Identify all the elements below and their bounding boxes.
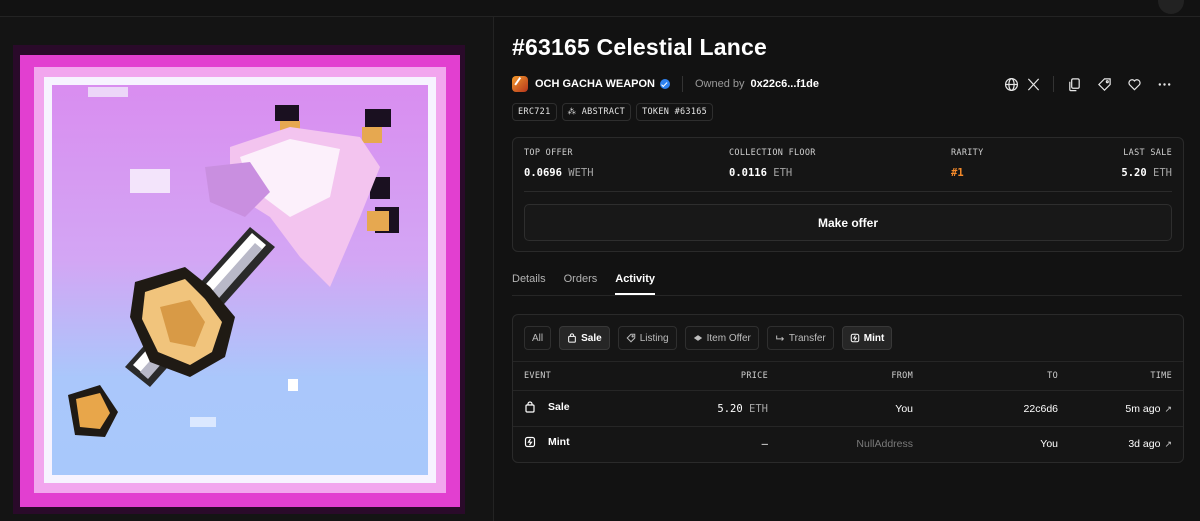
filter-sale-button[interactable]: Sale bbox=[559, 326, 610, 350]
owned-by-label: Owned by bbox=[694, 78, 745, 90]
col-to-header: TO bbox=[1047, 371, 1058, 381]
nft-title: #63165 Celestial Lance bbox=[512, 34, 768, 60]
divider bbox=[1053, 76, 1054, 92]
offer-icon bbox=[693, 335, 702, 341]
last-sale-stat: LAST SALE 5.20 ETH bbox=[1121, 148, 1172, 179]
col-price-header: PRICE bbox=[740, 371, 768, 381]
nft-artwork[interactable] bbox=[0, 17, 493, 521]
tab-bar: Details Orders Activity bbox=[512, 273, 673, 295]
tag-chain: ⁂ ABSTRACT bbox=[561, 103, 632, 121]
filter-transfer-button[interactable]: Transfer bbox=[766, 326, 834, 350]
filter-label: All bbox=[532, 332, 544, 344]
table-row-price: 5.20 ETH bbox=[717, 403, 768, 415]
event-label: Mint bbox=[548, 436, 570, 448]
stat-label: COLLECTION FLOOR bbox=[729, 148, 816, 158]
divider bbox=[512, 295, 1182, 296]
filter-label: Mint bbox=[863, 332, 885, 344]
filter-label: Sale bbox=[581, 332, 602, 344]
collection-name-link[interactable]: OCH GACHA WEAPON bbox=[535, 78, 655, 90]
collection-logo-icon[interactable] bbox=[512, 76, 528, 92]
action-toolbar bbox=[1000, 73, 1175, 95]
tag-icon bbox=[626, 333, 635, 343]
event-filters: All Sale Listing Item Offer Transfer Min… bbox=[524, 326, 893, 350]
owner-address-link[interactable]: 0x22c6...f1de bbox=[751, 78, 820, 90]
stat-label: RARITY bbox=[951, 148, 984, 158]
event-label: Sale bbox=[548, 401, 570, 413]
col-event-header: EVENT bbox=[524, 371, 552, 381]
mint-icon bbox=[524, 436, 536, 448]
filter-listing-button[interactable]: Listing bbox=[617, 326, 677, 350]
table-row-price: – bbox=[761, 438, 768, 450]
bag-icon bbox=[568, 333, 576, 343]
filter-label: Item Offer bbox=[706, 332, 751, 344]
profile-button[interactable] bbox=[1158, 0, 1184, 14]
celestial-lance-image bbox=[13, 45, 465, 514]
copy-icon[interactable] bbox=[1063, 73, 1085, 95]
table-row-time-link[interactable]: 3d ago ↗ bbox=[1128, 438, 1172, 450]
collection-floor-stat: COLLECTION FLOOR 0.0116 ETH bbox=[729, 148, 816, 179]
filter-item-offer-button[interactable]: Item Offer bbox=[684, 326, 759, 350]
tag-icon[interactable] bbox=[1093, 73, 1115, 95]
filter-mint-button[interactable]: Mint bbox=[841, 326, 893, 350]
divider bbox=[513, 426, 1183, 427]
table-row-to[interactable]: You bbox=[1040, 438, 1058, 450]
stat-value: 0.0696 WETH bbox=[524, 167, 594, 179]
mint-icon bbox=[850, 333, 860, 343]
bag-icon bbox=[525, 401, 535, 413]
filter-all-button[interactable]: All bbox=[524, 326, 552, 350]
external-link-icon: ↗ bbox=[1164, 439, 1172, 449]
table-row-from[interactable]: You bbox=[895, 403, 913, 415]
x-icon[interactable] bbox=[1022, 73, 1044, 95]
tab-activity[interactable]: Activity bbox=[615, 273, 655, 295]
col-time-header: TIME bbox=[1150, 371, 1172, 381]
tag-token-id: TOKEN #63165 bbox=[636, 103, 714, 121]
price-stats-card: TOP OFFER 0.0696 WETH COLLECTION FLOOR 0… bbox=[512, 137, 1184, 252]
divider bbox=[513, 390, 1183, 391]
token-tags: ERC721 ⁂ ABSTRACT TOKEN #63165 bbox=[512, 103, 714, 121]
activity-panel: All Sale Listing Item Offer Transfer Min… bbox=[512, 314, 1184, 463]
stat-label: LAST SALE bbox=[1123, 148, 1172, 158]
filter-label: Listing bbox=[639, 332, 669, 344]
table-row-event: Sale bbox=[524, 401, 570, 413]
tag-standard: ERC721 bbox=[512, 103, 557, 121]
verified-badge-icon bbox=[659, 79, 670, 89]
table-row-to[interactable]: 22c6d6 bbox=[1024, 403, 1058, 415]
globe-icon[interactable] bbox=[1000, 73, 1022, 95]
stat-value: 5.20 ETH bbox=[1121, 167, 1172, 179]
filter-label: Transfer bbox=[788, 332, 826, 344]
external-link-icon: ↗ bbox=[1164, 404, 1172, 414]
table-row-time-link[interactable]: 5m ago ↗ bbox=[1125, 403, 1172, 415]
stat-label: TOP OFFER bbox=[524, 148, 573, 158]
transfer-icon bbox=[776, 335, 784, 341]
rarity-value[interactable]: #1 bbox=[951, 167, 984, 179]
top-offer-stat: TOP OFFER 0.0696 WETH bbox=[524, 148, 594, 179]
make-offer-button[interactable]: Make offer bbox=[524, 204, 1172, 241]
tab-details[interactable]: Details bbox=[512, 273, 546, 295]
table-row-event: Mint bbox=[524, 436, 570, 448]
more-icon[interactable] bbox=[1153, 73, 1175, 95]
col-from-header: FROM bbox=[891, 371, 913, 381]
divider bbox=[524, 191, 1172, 192]
collection-meta: OCH GACHA WEAPON Owned by 0x22c6...f1de bbox=[512, 74, 819, 94]
tab-orders[interactable]: Orders bbox=[564, 273, 598, 295]
rarity-stat: RARITY #1 bbox=[951, 148, 984, 179]
divider bbox=[513, 361, 1183, 362]
table-row-from[interactable]: NullAddress bbox=[856, 438, 913, 450]
heart-icon[interactable] bbox=[1123, 73, 1145, 95]
top-bar bbox=[0, 0, 1200, 17]
divider bbox=[681, 76, 683, 92]
panel-divider bbox=[493, 16, 494, 521]
stat-value: 0.0116 ETH bbox=[729, 167, 793, 179]
